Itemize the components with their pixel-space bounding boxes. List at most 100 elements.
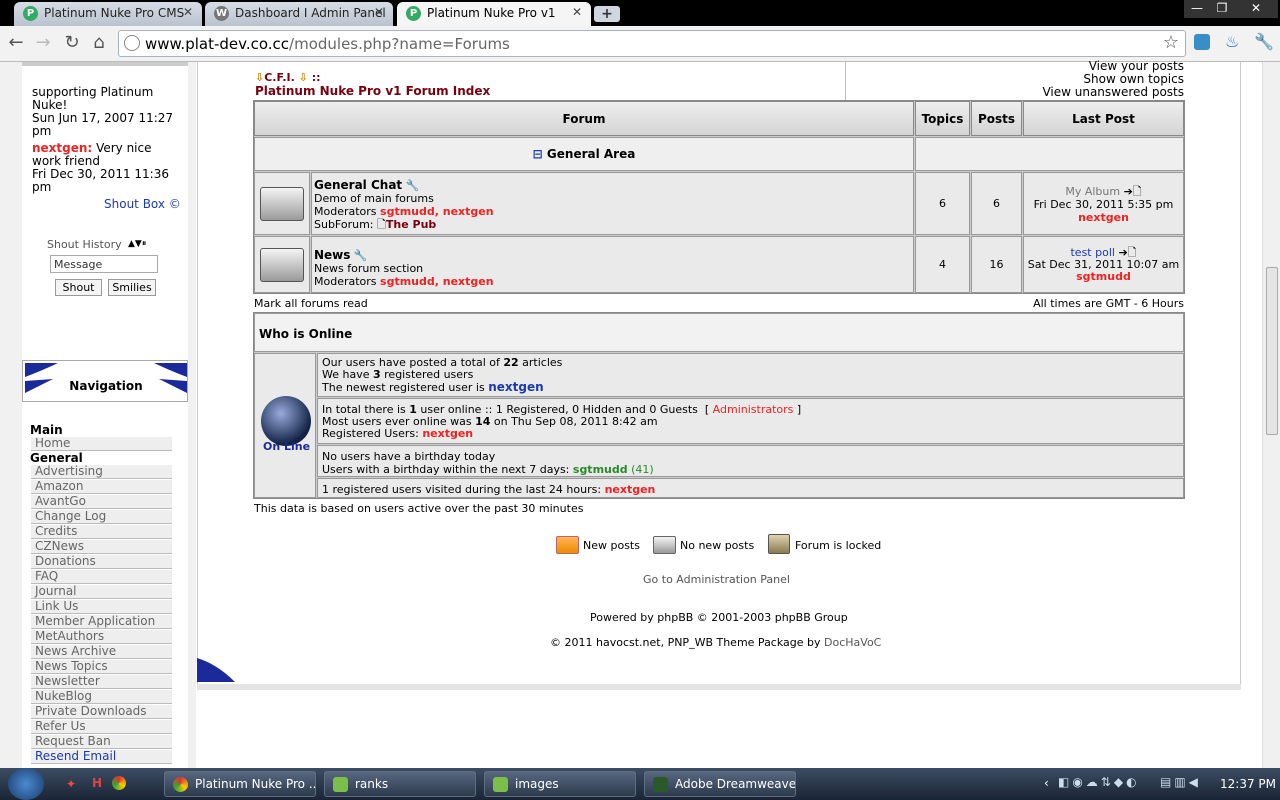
navigation-title: Navigation xyxy=(69,379,143,393)
stats-text: articles xyxy=(522,356,563,369)
folder-icon xyxy=(493,777,508,792)
tab-close-icon[interactable]: ✕ xyxy=(183,5,193,19)
smilies-button[interactable]: Smilies xyxy=(108,279,156,296)
posts-count: 16 xyxy=(971,236,1022,293)
system-tray-icons[interactable]: ◧◉☁⇅◆◐ xyxy=(1058,775,1158,793)
close-button[interactable]: ✕ xyxy=(1234,0,1278,18)
subforum-link[interactable]: The Pub xyxy=(386,218,436,231)
dreamweaver-icon xyxy=(653,777,668,792)
bookmark-star-icon[interactable]: ☆ xyxy=(1163,32,1179,53)
nav-item-change-log[interactable]: Change Log xyxy=(31,510,172,524)
shout-date-2: Fri Dec 30, 2011 11:36 pm xyxy=(32,167,169,194)
maximize-button[interactable]: ❐ xyxy=(1210,0,1234,18)
shout-message-input[interactable]: Message xyxy=(50,255,158,273)
tray-expand-icon[interactable]: ‹ xyxy=(1044,776,1049,790)
nav-item-refer-us[interactable]: Refer Us xyxy=(31,720,172,734)
folder-icon xyxy=(260,187,304,221)
nav-item-link-us[interactable]: Link Us xyxy=(31,600,172,614)
nav-item-news-topics[interactable]: News Topics xyxy=(31,660,172,674)
tab-platinum-cms[interactable]: P Platinum Nuke Pro CMS ✕ xyxy=(14,2,202,26)
wrench-menu-icon[interactable]: 🔧 xyxy=(1254,32,1274,51)
link-view-unanswered[interactable]: View unanswered posts xyxy=(1000,86,1184,99)
shout-message-2: nextgen: Very nice work friend xyxy=(32,142,182,168)
visited-user-link[interactable]: nextgen xyxy=(605,483,656,496)
forum-name[interactable]: News xyxy=(314,248,350,262)
collapse-icon[interactable]: ⊟ xyxy=(533,147,543,161)
nav-item-member-application[interactable]: Member Application xyxy=(31,615,172,629)
address-bar[interactable]: www.plat-dev.co.cc/modules.php?name=Foru… xyxy=(118,30,1186,57)
shout-history-arrows-icon[interactable]: ▲▼⏸ xyxy=(128,239,146,249)
nav-item-amazon[interactable]: Amazon xyxy=(31,480,172,494)
quick-launch-icon[interactable]: ✦ xyxy=(66,777,76,791)
start-button[interactable] xyxy=(8,768,44,800)
forward-icon[interactable]: → xyxy=(32,32,54,53)
navigation-block-header: Navigation xyxy=(22,360,188,402)
mark-all-read-link[interactable]: Mark all forums read xyxy=(254,297,368,310)
newest-user-link[interactable]: nextgen xyxy=(488,380,543,394)
home-icon[interactable]: ⌂ xyxy=(88,32,110,53)
extension-icon[interactable] xyxy=(1194,34,1210,50)
locked-folder-icon xyxy=(768,534,790,554)
nav-item-credits[interactable]: Credits xyxy=(31,525,172,539)
taskbar-item-chrome[interactable]: Platinum Nuke Pro ... xyxy=(164,771,316,797)
shout-history-link[interactable]: Shout History xyxy=(47,238,122,251)
moderators-list[interactable]: sgtmudd, nextgen xyxy=(380,275,494,288)
tab-dashboard[interactable]: W Dashboard I Admin Panel ✕ xyxy=(205,2,393,26)
breadcrumb-cfi[interactable]: C.F.I. xyxy=(264,71,295,84)
moderators-label: Moderators xyxy=(314,275,377,288)
moderators-list[interactable]: sgtmudd, nextgen xyxy=(380,205,494,218)
sidebar-top-rule xyxy=(22,62,188,66)
administrators-link[interactable]: Administrators xyxy=(713,403,794,416)
birthday-user-link[interactable]: sgtmudd xyxy=(573,463,628,476)
category-title[interactable]: General Area xyxy=(547,147,635,161)
shout-user[interactable]: nextgen: xyxy=(32,141,92,155)
goto-post-icon[interactable]: ➔🗋 xyxy=(1124,185,1142,198)
header-topics: Topics xyxy=(915,101,970,136)
online-user-link[interactable]: nextgen xyxy=(422,427,473,440)
scrollbar[interactable] xyxy=(1262,62,1280,768)
quick-launch-icon[interactable]: H xyxy=(92,776,102,790)
tab-close-icon[interactable]: ✕ xyxy=(374,5,384,19)
chrome-icon[interactable] xyxy=(112,776,126,790)
shout-button[interactable]: Shout xyxy=(55,279,102,296)
nav-item-home[interactable]: Home xyxy=(31,437,172,451)
nav-item-cznews[interactable]: CZNews xyxy=(31,540,172,554)
taskbar-item-ranks[interactable]: ranks xyxy=(324,771,476,797)
nav-item-news-archive[interactable]: News Archive xyxy=(31,645,172,659)
nav-item-donations[interactable]: Donations xyxy=(31,555,172,569)
new-tab-button[interactable]: + xyxy=(594,6,620,22)
scrollbar-thumb[interactable] xyxy=(1266,267,1278,435)
author-link[interactable]: DocHaVoC xyxy=(824,636,881,649)
nav-item-request-ban[interactable]: Request Ban xyxy=(31,735,172,749)
forum-index-title[interactable]: Platinum Nuke Pro v1 Forum Index xyxy=(255,84,490,98)
nav-item-faq[interactable]: FAQ xyxy=(31,570,172,584)
nav-item-newsletter[interactable]: Newsletter xyxy=(31,675,172,689)
nav-item-resend-email[interactable]: Resend Email xyxy=(31,750,172,764)
nav-item-private-downloads[interactable]: Private Downloads xyxy=(31,705,172,719)
tab-close-icon[interactable]: ✕ xyxy=(572,5,582,19)
tray-status-icons[interactable]: ▤▥◀ xyxy=(1160,775,1216,793)
admin-panel-link[interactable]: Go to Administration Panel xyxy=(643,573,790,586)
nav-item-avantgo[interactable]: AvantGo xyxy=(31,495,172,509)
taskbar-label: Platinum Nuke Pro ... xyxy=(195,777,316,791)
last-post-title[interactable]: My Album xyxy=(1065,185,1120,198)
wordpress-favicon-icon: W xyxy=(214,6,229,21)
nav-item-nukeblog[interactable]: NukeBlog xyxy=(31,690,172,704)
nav-item-advertising[interactable]: Advertising xyxy=(31,465,172,479)
taskbar-item-images[interactable]: images xyxy=(484,771,636,797)
taskbar-clock[interactable]: 12:37 PM xyxy=(1220,777,1276,791)
reload-icon[interactable]: ↻ xyxy=(61,32,83,53)
nav-item-journal[interactable]: Journal xyxy=(31,585,172,599)
back-icon[interactable]: ← xyxy=(5,32,27,53)
minimize-button[interactable]: — xyxy=(1184,0,1210,18)
last-post-user[interactable]: nextgen xyxy=(1024,211,1183,224)
nav-item-metauthors[interactable]: MetAuthors xyxy=(31,630,172,644)
shoutbox-link[interactable]: Shout Box © xyxy=(104,197,181,211)
forum-name[interactable]: General Chat xyxy=(314,178,402,192)
tab-platinum-v1[interactable]: P Platinum Nuke Pro v1 ✕ xyxy=(397,2,591,26)
taskbar-item-dreamweaver[interactable]: Adobe Dreamweave... xyxy=(644,771,796,797)
last-post-user[interactable]: sgtmudd xyxy=(1024,271,1183,283)
stats-text: The newest registered user is xyxy=(322,381,485,394)
extension-flame-icon[interactable]: ♨ xyxy=(1225,32,1239,51)
legend-new-posts: New posts xyxy=(583,539,640,552)
